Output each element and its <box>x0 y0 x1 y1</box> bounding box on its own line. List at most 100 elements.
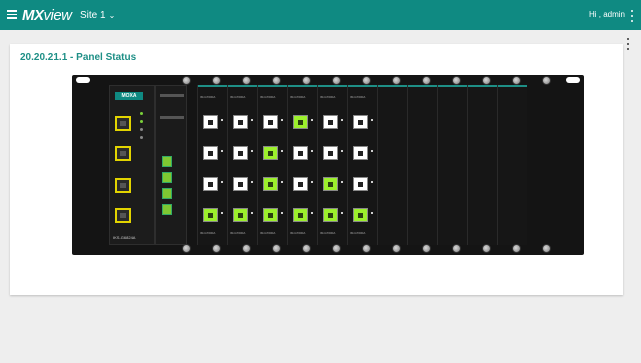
sfp-port-3[interactable] <box>115 178 131 193</box>
port-module-slot-1[interactable]: IM-G7000A IM-G7000A <box>197 85 227 245</box>
ethernet-port[interactable] <box>233 115 248 129</box>
mounting-screw <box>542 244 551 253</box>
port-led <box>281 181 283 183</box>
slot-footer-label: IM-G7000A <box>260 231 276 235</box>
port-led <box>341 212 343 214</box>
port-module-slot-6[interactable]: IM-G7000A IM-G7000A <box>347 85 377 245</box>
ethernet-port[interactable] <box>353 115 368 129</box>
port-led <box>371 119 373 121</box>
ethernet-port[interactable] <box>323 208 338 222</box>
sfp-port-4[interactable] <box>115 208 131 223</box>
rack-ear-right <box>566 77 580 83</box>
sfp-port-1[interactable] <box>115 116 131 131</box>
mounting-screw <box>302 76 311 85</box>
device-front-panel: MOXA IKS-G6824A IM-G7000A IM-G7000A IM-G70… <box>72 75 584 255</box>
ethernet-port[interactable] <box>203 177 218 191</box>
ethernet-port[interactable] <box>263 146 278 160</box>
status-led <box>140 128 143 131</box>
mounting-screw <box>182 76 191 85</box>
port-led <box>221 212 223 214</box>
port-module-slot-5[interactable]: IM-G7000A IM-G7000A <box>317 85 347 245</box>
slot-label: IM-G7000A <box>350 95 366 99</box>
ethernet-port[interactable] <box>353 177 368 191</box>
mounting-screw <box>362 76 371 85</box>
slot-indicator-bar <box>348 85 377 87</box>
ethernet-port[interactable] <box>293 115 308 129</box>
slot-indicator-bar <box>468 85 497 87</box>
panel-options-icon[interactable] <box>627 38 630 50</box>
port-led <box>281 119 283 121</box>
port-led <box>251 212 253 214</box>
ethernet-port[interactable] <box>293 177 308 191</box>
ethernet-port[interactable] <box>263 115 278 129</box>
site-selector[interactable]: Site 1 ⌄ <box>80 10 115 21</box>
hamburger-menu-icon[interactable] <box>7 10 17 19</box>
mounting-screw <box>182 244 191 253</box>
sfp-port-2[interactable] <box>115 146 131 161</box>
empty-slot[interactable] <box>377 85 407 245</box>
ethernet-port[interactable] <box>233 177 248 191</box>
mounting-screw <box>392 244 401 253</box>
slot-indicator-bar <box>258 85 287 87</box>
mounting-screw <box>332 76 341 85</box>
ethernet-port[interactable] <box>293 208 308 222</box>
port-led <box>341 119 343 121</box>
empty-slot[interactable] <box>407 85 437 245</box>
user-greeting[interactable]: Hi , admin <box>589 10 625 19</box>
ethernet-port[interactable] <box>263 177 278 191</box>
mounting-screw <box>332 244 341 253</box>
main-switch-module[interactable]: MOXA IKS-G6824A <box>109 85 155 245</box>
port-led <box>281 212 283 214</box>
empty-slot[interactable] <box>467 85 497 245</box>
mounting-screw <box>392 76 401 85</box>
mounting-screw <box>542 76 551 85</box>
ethernet-port[interactable] <box>203 146 218 160</box>
more-vert-icon[interactable] <box>631 10 634 22</box>
mounting-screw <box>482 244 491 253</box>
ethernet-port[interactable] <box>263 208 278 222</box>
port-module-slot-2[interactable]: IM-G7000A IM-G7000A <box>227 85 257 245</box>
mounting-screw <box>512 244 521 253</box>
slot-label: IM-G7000A <box>260 95 276 99</box>
rack-ear-left <box>76 77 90 83</box>
ethernet-port[interactable] <box>323 115 338 129</box>
ethernet-port[interactable] <box>203 208 218 222</box>
logo-thin-text: view <box>43 7 73 24</box>
mounting-screw <box>422 76 431 85</box>
ethernet-port[interactable] <box>323 177 338 191</box>
port-led <box>371 181 373 183</box>
mounting-screw <box>212 244 221 253</box>
ethernet-port[interactable] <box>353 208 368 222</box>
ethernet-port[interactable] <box>233 208 248 222</box>
label-strip <box>160 116 184 119</box>
slot-footer-label: IM-G7000A <box>320 231 336 235</box>
port-module-slot-4[interactable]: IM-G7000A IM-G7000A <box>287 85 317 245</box>
slot-indicator-bar <box>288 85 317 87</box>
port-led <box>251 181 253 183</box>
ethernet-port[interactable] <box>293 146 308 160</box>
port-module-slot-3[interactable]: IM-G7000A IM-G7000A <box>257 85 287 245</box>
ethernet-port[interactable] <box>203 115 218 129</box>
port-led <box>371 212 373 214</box>
ethernet-port[interactable] <box>233 146 248 160</box>
empty-slot[interactable] <box>497 85 527 245</box>
mounting-screw <box>272 244 281 253</box>
ethernet-port[interactable] <box>353 146 368 160</box>
ethernet-port[interactable] <box>323 146 338 160</box>
port-led <box>251 119 253 121</box>
slot-indicator-bar <box>378 85 407 87</box>
port-led <box>311 181 313 183</box>
slot-label: IM-G7000A <box>290 95 306 99</box>
slot-footer-label: IM-G7000A <box>350 231 366 235</box>
slot-label: IM-G7000A <box>200 95 216 99</box>
port-led <box>341 150 343 152</box>
empty-slot[interactable] <box>437 85 467 245</box>
page-title: 20.20.21.1 - Panel Status <box>20 52 137 63</box>
slot-label: IM-G7000A <box>320 95 336 99</box>
mounting-screw <box>272 76 281 85</box>
port-led <box>281 150 283 152</box>
power-module[interactable] <box>155 85 187 245</box>
power-terminal <box>162 156 172 167</box>
slot-indicator-bar <box>228 85 257 87</box>
port-led <box>221 119 223 121</box>
